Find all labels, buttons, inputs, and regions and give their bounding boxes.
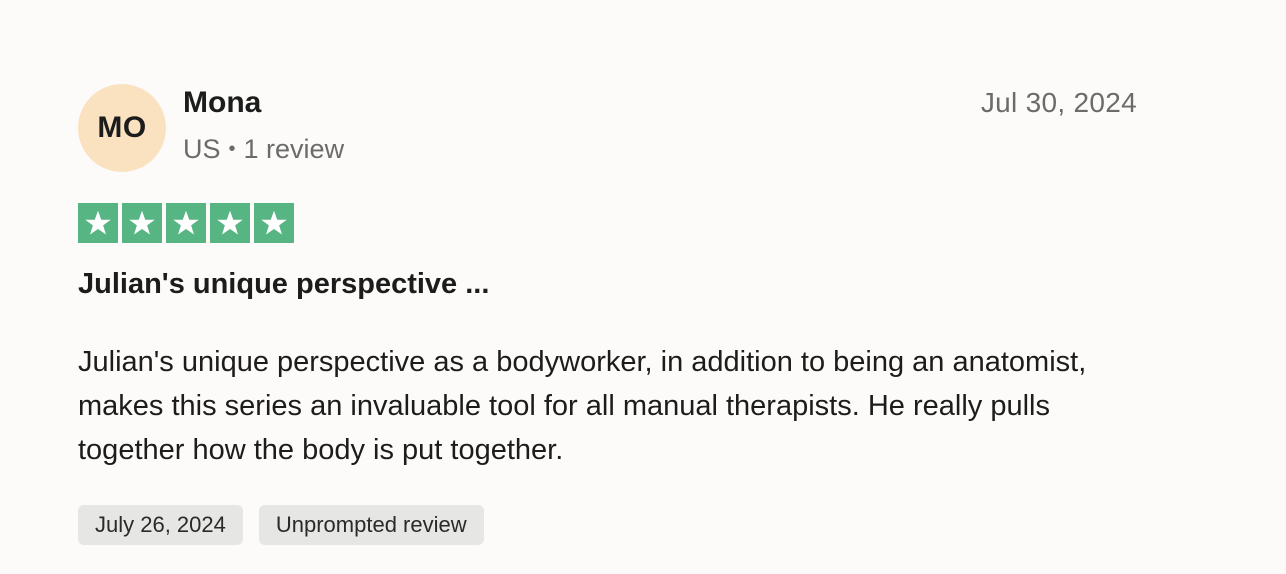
star-icon <box>254 203 294 243</box>
reviewer-review-count: 1 review <box>243 134 345 164</box>
avatar[interactable]: MO <box>78 84 166 172</box>
star-icon <box>122 203 162 243</box>
unprompted-review-badge[interactable]: Unprompted review <box>258 505 484 545</box>
star-icon <box>78 203 118 243</box>
review-card: MO Mona US • 1 review Jul 30, 2024 Julia… <box>0 0 1286 574</box>
star-icon <box>210 203 250 243</box>
experience-date-badge: July 26, 2024 <box>78 505 243 545</box>
reviewer-name[interactable]: Mona <box>183 86 261 120</box>
star-rating <box>78 203 294 243</box>
review-body: Julian's unique perspective as a bodywor… <box>78 346 1087 466</box>
reviewer-country: US <box>183 134 221 164</box>
review-title[interactable]: Julian's unique perspective ... <box>78 268 489 301</box>
meta-separator: • <box>228 138 236 160</box>
review-tags: July 26, 2024 Unprompted review <box>78 505 484 545</box>
star-icon <box>166 203 206 243</box>
reviewer-meta: US • 1 review <box>183 134 344 165</box>
review-posted-date: Jul 30, 2024 <box>980 87 1137 118</box>
